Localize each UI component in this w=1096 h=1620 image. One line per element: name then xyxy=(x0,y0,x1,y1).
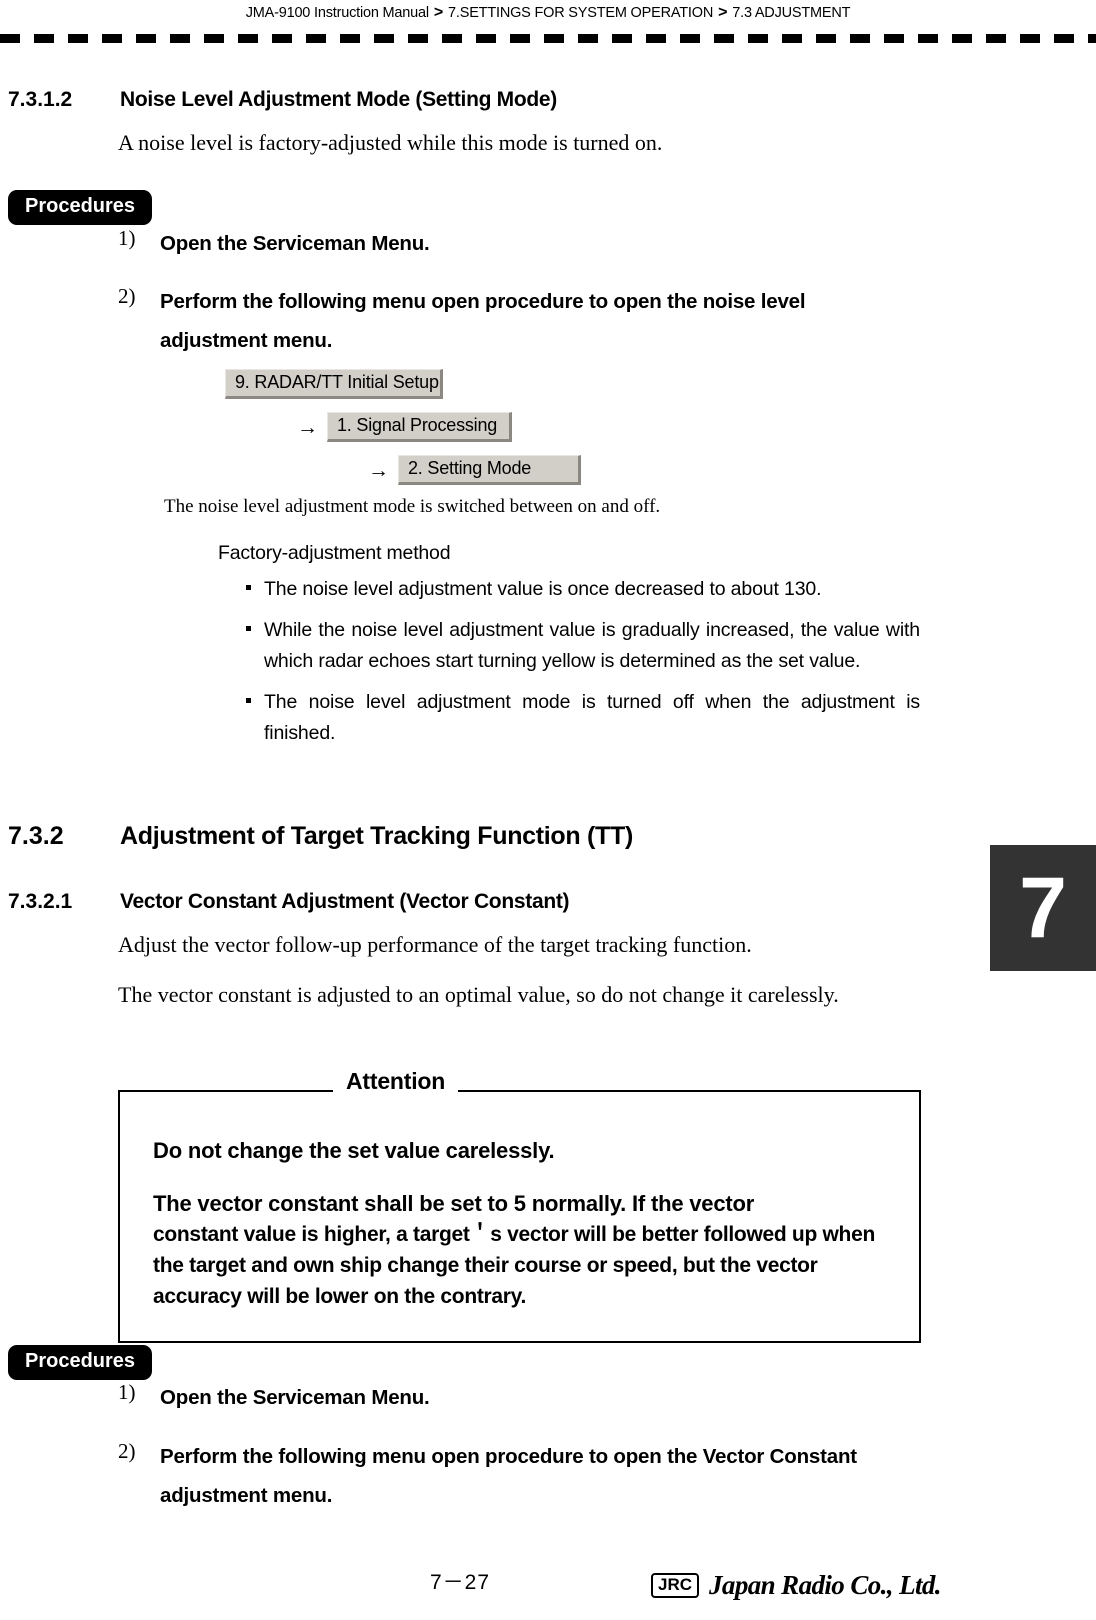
heading-7321-number: 7.3.2.1 xyxy=(8,890,73,913)
jrc-logo-name: Japan Radio Co., Ltd. xyxy=(709,1570,942,1600)
jrc-logo: JRC Japan Radio Co., Ltd. xyxy=(651,1570,942,1601)
step-1-7312: 1) Open the Serviceman Menu. xyxy=(118,224,908,263)
header-separator-1: > xyxy=(433,4,444,21)
menu-box-signal-processing[interactable]: 1. Signal Processing xyxy=(327,412,512,442)
attention-title: Attention xyxy=(333,1068,459,1095)
bullet-text-1: The noise level adjustment value is once… xyxy=(264,578,822,600)
header-separator-2: > xyxy=(718,4,728,21)
header-section: 7.3 ADJUSTMENT xyxy=(732,5,851,21)
jrc-logo-mark: JRC xyxy=(651,1572,700,1599)
arrow-right-icon-2: → xyxy=(368,458,389,482)
step-1-7321-marker: 1) xyxy=(118,1380,136,1404)
bullet-square-icon xyxy=(240,687,264,717)
heading-732-number: 7.3.2 xyxy=(8,822,64,850)
bullet-text-3: The noise level adjustment mode is turne… xyxy=(264,691,920,744)
section-7312-note: The noise level adjustment mode is switc… xyxy=(164,496,661,517)
header-dashed-rule xyxy=(0,34,1096,43)
heading-7321-title: Vector Constant Adjustment (Vector Const… xyxy=(120,890,570,913)
list-item: The noise level adjustment mode is turne… xyxy=(240,687,920,749)
bullet-square-icon xyxy=(240,615,264,645)
heading-732-title: Adjustment of Target Tracking Function (… xyxy=(120,822,634,850)
step-1-7312-marker: 1) xyxy=(118,226,136,250)
attention-box-body: Do not change the set value carelessly. … xyxy=(118,1090,921,1343)
procedures-badge-2: Procedures xyxy=(8,1345,153,1380)
factory-adjustment-bullet-list: The noise level adjustment value is once… xyxy=(240,574,920,759)
list-item: The noise level adjustment value is once… xyxy=(240,574,920,605)
procedures-badge-2-label: Procedures xyxy=(8,1345,153,1380)
step-2-7312-text: Perform the following menu open procedur… xyxy=(160,290,806,352)
header-chapter: 7.SETTINGS FOR SYSTEM OPERATION xyxy=(448,5,714,21)
heading-7312-title: Noise Level Adjustment Mode (Setting Mod… xyxy=(120,88,557,111)
factory-adjustment-subhead: Factory-adjustment method xyxy=(218,542,451,564)
menu-path-item-2[interactable]: → 1. Signal Processing xyxy=(297,412,512,442)
menu-path-item-1[interactable]: 9. RADAR/TT Initial Setup xyxy=(225,369,443,399)
section-7312-intro: A noise level is factory-adjusted while … xyxy=(118,130,663,155)
step-1-7321-text: Open the Serviceman Menu. xyxy=(160,1386,430,1409)
heading-7312-number: 7.3.1.2 xyxy=(8,88,73,111)
heading-7321: 7.3.2.1 Vector Constant Adjustment (Vect… xyxy=(8,890,570,914)
menu-box-setting-mode[interactable]: 2. Setting Mode xyxy=(398,455,581,485)
procedures-badge-1: Procedures xyxy=(8,190,153,225)
step-2-7321-text: Perform the following menu open procedur… xyxy=(160,1445,857,1507)
procedures-badge-1-label: Procedures xyxy=(8,190,153,225)
section-7321-paragraph-2: The vector constant is adjusted to an op… xyxy=(118,982,839,1007)
bullet-text-2: While the noise level adjustment value i… xyxy=(264,619,920,672)
menu-path-item-3[interactable]: → 2. Setting Mode xyxy=(368,455,581,485)
attention-line-3: constant value is higher, a target＇s vec… xyxy=(153,1223,875,1308)
attention-callout: Attention Do not change the set value ca… xyxy=(118,1068,921,1343)
section-7321-paragraph-1: Adjust the vector follow-up performance … xyxy=(118,932,752,957)
arrow-right-icon-1: → xyxy=(297,415,318,439)
step-2-7321: 2) Perform the following menu open proce… xyxy=(118,1437,908,1515)
step-2-7312-marker: 2) xyxy=(118,284,136,308)
step-1-7312-text: Open the Serviceman Menu. xyxy=(160,232,430,255)
attention-line-2: The vector constant shall be set to 5 no… xyxy=(153,1191,755,1216)
attention-line-1: Do not change the set value carelessly. xyxy=(153,1138,555,1163)
step-1-7321: 1) Open the Serviceman Menu. xyxy=(118,1378,908,1417)
step-2-7321-marker: 2) xyxy=(118,1439,136,1463)
heading-7312: 7.3.1.2 Noise Level Adjustment Mode (Set… xyxy=(8,88,557,112)
page-header: JMA-9100 Instruction Manual > 7.SETTINGS… xyxy=(0,0,1096,26)
chapter-tab-7: 7 xyxy=(990,845,1096,971)
bullet-square-icon xyxy=(240,574,264,604)
step-2-7312: 2) Perform the following menu open proce… xyxy=(118,282,908,360)
heading-732: 7.3.2 Adjustment of Target Tracking Func… xyxy=(8,822,633,851)
menu-box-radar-tt-initial-setup[interactable]: 9. RADAR/TT Initial Setup xyxy=(225,369,443,399)
list-item: While the noise level adjustment value i… xyxy=(240,615,920,677)
header-manual-title: JMA-9100 Instruction Manual xyxy=(245,5,429,21)
